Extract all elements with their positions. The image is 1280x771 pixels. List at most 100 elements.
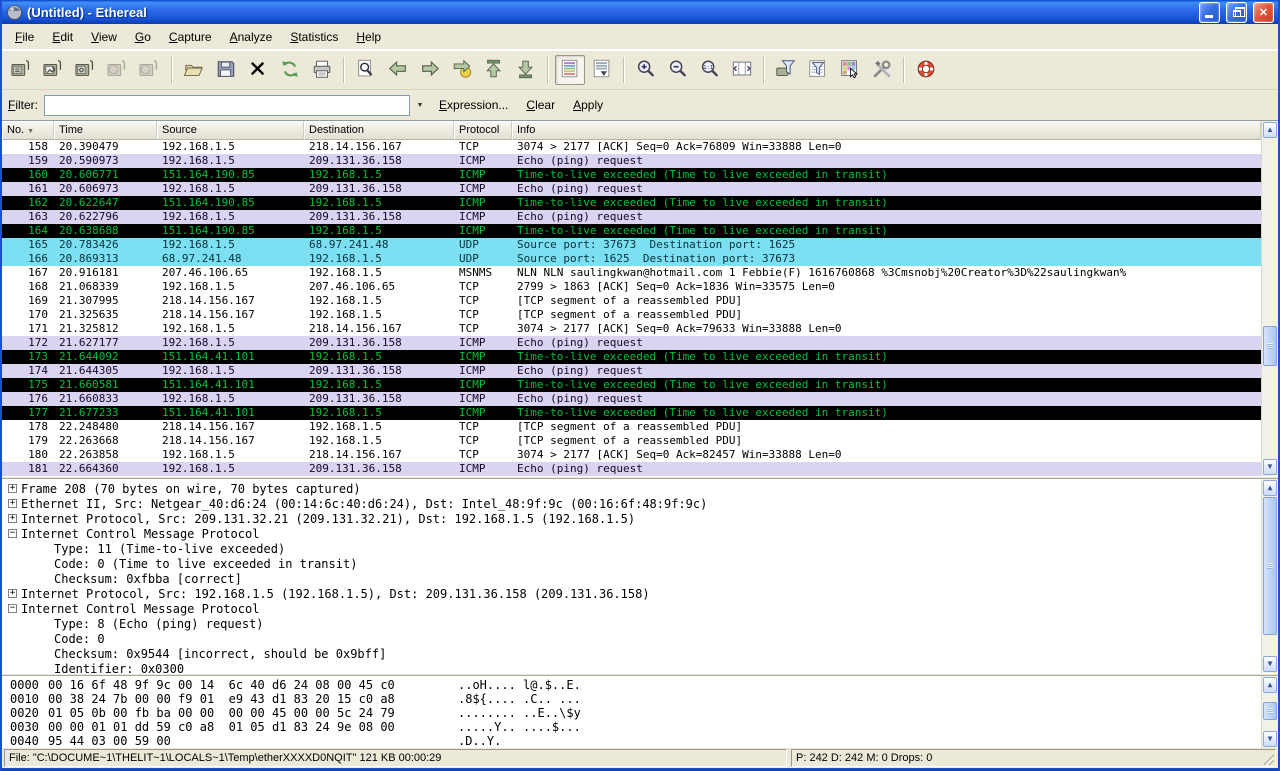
go-top-button[interactable]	[479, 55, 509, 85]
go-bottom-button[interactable]	[511, 55, 541, 85]
reload-button[interactable]	[275, 55, 305, 85]
filter-dropdown-button[interactable]: ▼	[412, 95, 428, 116]
scroll-down-icon[interactable]: ▼	[1263, 459, 1277, 475]
scroll-down-icon[interactable]: ▼	[1263, 731, 1277, 747]
scroll-up-icon[interactable]: ▲	[1263, 677, 1277, 693]
capture-filter-button[interactable]	[771, 55, 801, 85]
packet-row[interactable]: 17822.248480218.14.156.167192.168.1.5TCP…	[2, 420, 1278, 434]
resize-grip[interactable]	[1262, 753, 1274, 765]
packet-row[interactable]: 16921.307995218.14.156.167192.168.1.5TCP…	[2, 294, 1278, 308]
detail-line[interactable]: Identifier: 0x0300	[2, 661, 1278, 673]
menu-file[interactable]: File	[6, 26, 43, 48]
packet-row[interactable]: 17721.677233151.164.41.101192.168.1.5ICM…	[2, 406, 1278, 420]
menu-go[interactable]: Go	[126, 26, 160, 48]
detail-line[interactable]: Code: 0	[2, 631, 1278, 646]
colorize-button[interactable]	[555, 55, 585, 85]
apply-button[interactable]: Apply	[564, 94, 612, 116]
packet-row[interactable]: 16120.606973192.168.1.5209.131.36.158ICM…	[2, 182, 1278, 196]
scroll-up-icon[interactable]: ▲	[1263, 122, 1277, 138]
packet-row[interactable]: 17121.325812192.168.1.5218.14.156.167TCP…	[2, 322, 1278, 336]
packet-row[interactable]: 15820.390479192.168.1.5218.14.156.167TCP…	[2, 140, 1278, 154]
packet-row[interactable]: 15920.590973192.168.1.5209.131.36.158ICM…	[2, 154, 1278, 168]
menu-edit[interactable]: Edit	[43, 26, 82, 48]
packet-row[interactable]: 16220.622647151.164.190.85192.168.1.5ICM…	[2, 196, 1278, 210]
packet-row[interactable]: 17621.660833192.168.1.5209.131.36.158ICM…	[2, 392, 1278, 406]
capture-stop-button[interactable]	[103, 55, 133, 85]
column-header-protocol[interactable]: Protocol	[454, 121, 512, 140]
interfaces-button[interactable]	[7, 55, 37, 85]
packet-row[interactable]: 18022.263858192.168.1.5218.14.156.167TCP…	[2, 448, 1278, 462]
hex-line[interactable]: 001000 38 24 7b 00 00 f9 01 e9 43 d1 83 …	[2, 692, 1278, 706]
hex-line[interactable]: 004095 44 03 00 59 00.D..Y.	[2, 734, 1278, 748]
packet-row[interactable]: 17021.325635218.14.156.167192.168.1.5TCP…	[2, 308, 1278, 322]
expression-button[interactable]: Expression...	[430, 94, 517, 116]
close-button[interactable]: ✕	[1253, 2, 1274, 23]
detail-line[interactable]: −Internet Control Message Protocol	[2, 601, 1278, 616]
menu-capture[interactable]: Capture	[160, 26, 221, 48]
detail-line[interactable]: +Ethernet II, Src: Netgear_40:d6:24 (00:…	[2, 496, 1278, 511]
expand-icon[interactable]: +	[8, 499, 17, 508]
packet-list-scrollbar[interactable]: ▲ ▼	[1261, 121, 1278, 476]
resize-columns-button[interactable]	[727, 55, 757, 85]
autoscroll-button[interactable]	[587, 55, 617, 85]
hex-line[interactable]: 003000 00 01 01 dd 59 c0 a8 01 05 d1 83 …	[2, 720, 1278, 734]
open-button[interactable]	[179, 55, 209, 85]
column-header-source[interactable]: Source	[157, 121, 304, 140]
packet-row[interactable]: 16821.068339192.168.1.5207.46.106.65TCP2…	[2, 280, 1278, 294]
preferences-button[interactable]	[867, 55, 897, 85]
detail-line[interactable]: +Frame 208 (70 bytes on wire, 70 bytes c…	[2, 481, 1278, 496]
zoom-out-button[interactable]	[663, 55, 693, 85]
detail-line[interactable]: Type: 8 (Echo (ping) request)	[2, 616, 1278, 631]
menu-view[interactable]: View	[82, 26, 126, 48]
detail-line[interactable]: +Internet Protocol, Src: 209.131.32.21 (…	[2, 511, 1278, 526]
scroll-thumb[interactable]	[1263, 702, 1277, 720]
packet-row[interactable]: 17421.644305192.168.1.5209.131.36.158ICM…	[2, 364, 1278, 378]
hex-line[interactable]: 000000 16 6f 48 9f 9c 00 14 6c 40 d6 24 …	[2, 678, 1278, 692]
packet-row[interactable]: 16420.638688151.164.190.85192.168.1.5ICM…	[2, 224, 1278, 238]
packet-row[interactable]: 16720.916181207.46.106.65192.168.1.5MSNM…	[2, 266, 1278, 280]
go-forward-button[interactable]	[415, 55, 445, 85]
find-button[interactable]	[351, 55, 381, 85]
hex-scrollbar[interactable]: ▲ ▼	[1261, 676, 1278, 748]
go-to-packet-button[interactable]	[447, 55, 477, 85]
expand-icon[interactable]: +	[8, 484, 17, 493]
clear-button[interactable]: Clear	[517, 94, 564, 116]
detail-line[interactable]: +Internet Protocol, Src: 192.168.1.5 (19…	[2, 586, 1278, 601]
packet-row[interactable]: 17221.627177192.168.1.5209.131.36.158ICM…	[2, 336, 1278, 350]
close-capture-button[interactable]	[243, 55, 273, 85]
packet-row[interactable]: 16620.86931368.97.241.48192.168.1.5UDPSo…	[2, 252, 1278, 266]
print-button[interactable]	[307, 55, 337, 85]
menu-help[interactable]: Help	[347, 26, 390, 48]
capture-options-button[interactable]	[39, 55, 69, 85]
help-button[interactable]	[911, 55, 941, 85]
capture-start-button[interactable]	[71, 55, 101, 85]
detail-line[interactable]: Code: 0 (Time to live exceeded in transi…	[2, 556, 1278, 571]
zoom-in-button[interactable]	[631, 55, 661, 85]
filter-input[interactable]	[44, 95, 410, 116]
scroll-thumb[interactable]	[1263, 497, 1277, 635]
expand-icon[interactable]: +	[8, 514, 17, 523]
column-header-no[interactable]: No.▼	[2, 121, 54, 140]
scroll-down-icon[interactable]: ▼	[1263, 656, 1277, 672]
column-header-time[interactable]: Time	[54, 121, 157, 140]
packet-row[interactable]: 18122.664360192.168.1.5209.131.36.158ICM…	[2, 462, 1278, 476]
menu-statistics[interactable]: Statistics	[281, 26, 347, 48]
scroll-up-icon[interactable]: ▲	[1263, 480, 1277, 496]
capture-restart-button[interactable]	[135, 55, 165, 85]
titlebar[interactable]: (Untitled) - Ethereal ✕	[2, 0, 1278, 24]
packet-row[interactable]: 17321.644092151.164.41.101192.168.1.5ICM…	[2, 350, 1278, 364]
packet-row[interactable]: 16020.606771151.164.190.85192.168.1.5ICM…	[2, 168, 1278, 182]
scroll-thumb[interactable]	[1263, 326, 1277, 366]
details-scrollbar[interactable]: ▲ ▼	[1261, 479, 1278, 673]
menu-analyze[interactable]: Analyze	[221, 26, 282, 48]
expand-icon[interactable]: +	[8, 589, 17, 598]
zoom-100-button[interactable]: 1:1	[695, 55, 725, 85]
collapse-icon[interactable]: −	[8, 604, 17, 613]
packet-row[interactable]: 17922.263668218.14.156.167192.168.1.5TCP…	[2, 434, 1278, 448]
minimize-button[interactable]	[1199, 2, 1220, 23]
packet-row[interactable]: 16320.622796192.168.1.5209.131.36.158ICM…	[2, 210, 1278, 224]
display-filter-button[interactable]	[803, 55, 833, 85]
coloring-rules-button[interactable]	[835, 55, 865, 85]
collapse-icon[interactable]: −	[8, 529, 17, 538]
go-back-button[interactable]	[383, 55, 413, 85]
